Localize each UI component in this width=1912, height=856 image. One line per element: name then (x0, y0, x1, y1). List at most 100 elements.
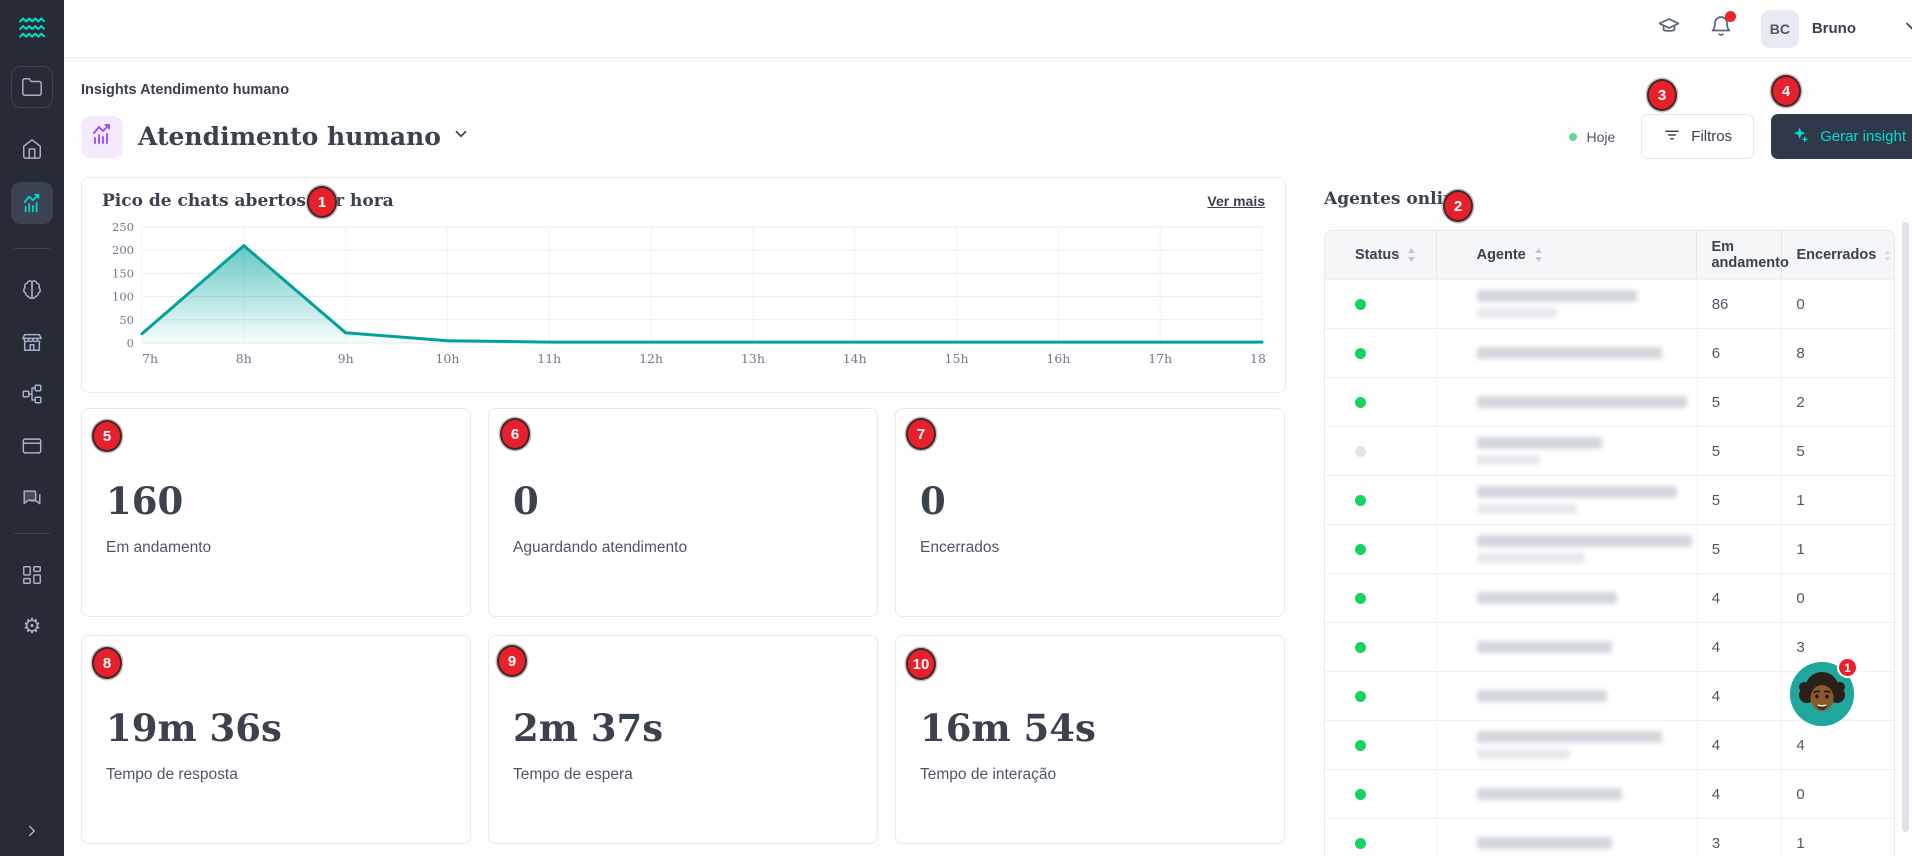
chevron-right-icon (23, 822, 41, 840)
weni-logo-icon[interactable] (19, 16, 45, 40)
table-row[interactable]: 55 (1325, 426, 1894, 475)
svg-text:14h: 14h (843, 351, 867, 366)
stat-label: Tempo de espera (513, 766, 633, 783)
support-chat-widget[interactable]: 1 (1790, 657, 1858, 726)
column-header-status[interactable]: Status (1325, 231, 1437, 279)
status-dot-online (1355, 739, 1366, 751)
in-progress-cell: 3 (1698, 819, 1783, 856)
agents-panel: Agentes online Status Agente Em andament… (1324, 177, 1912, 856)
stat-card: 16m 54s Tempo de interação (895, 635, 1285, 844)
user-menu[interactable]: BC Bruno (1760, 9, 1856, 48)
sidebar-divider (14, 248, 50, 249)
page-title: Atendimento humano (138, 122, 441, 151)
redacted-agent-name (1476, 486, 1677, 514)
filters-button[interactable]: Filtros (1641, 114, 1755, 159)
svg-text:11h: 11h (537, 351, 561, 366)
agent-status-cell (1325, 819, 1437, 856)
sidebar-item-studio[interactable] (21, 435, 43, 457)
svg-text:150: 150 (112, 266, 134, 280)
agents-panel-title: Agentes online (1324, 189, 1467, 209)
svg-text:200: 200 (112, 243, 134, 257)
insights-chart-icon (21, 192, 43, 214)
svg-text:8h: 8h (236, 351, 252, 366)
in-progress-cell: 5 (1698, 427, 1783, 475)
redacted-agent-name (1476, 347, 1662, 359)
sparkle-icon (1792, 126, 1810, 148)
agent-status-cell (1325, 378, 1437, 426)
table-row[interactable]: 40 (1325, 769, 1894, 818)
svg-text:16h: 16h (1046, 351, 1070, 366)
period-dot (1569, 132, 1578, 141)
user-avatar: BC (1760, 9, 1799, 48)
sidebar-item-settings[interactable]: ⚙ (23, 616, 42, 637)
sidebar-item-flows[interactable] (21, 383, 43, 405)
svg-text:10h: 10h (435, 351, 459, 366)
filter-icon (1663, 126, 1681, 148)
gear-icon: ⚙ (22, 614, 42, 638)
stat-label: Aguardando atendimento (513, 539, 688, 556)
table-row[interactable]: 44 (1325, 720, 1894, 769)
app-window: ⚙ BC Bruno Insights Atendimento humano A… (0, 0, 1912, 856)
in-progress-cell: 4 (1698, 574, 1783, 622)
in-progress-cell: 6 (1698, 329, 1783, 377)
sidebar-item-insights[interactable] (11, 182, 53, 224)
chart-title: Pico de chats abertos por hora (102, 191, 394, 211)
agent-name-cell (1437, 280, 1698, 328)
agent-name-cell (1437, 329, 1698, 377)
closed-cell: 1 (1796, 834, 1805, 852)
sidebar-item-home[interactable] (21, 138, 43, 160)
in-progress-cell: 4 (1698, 623, 1783, 671)
column-header-agente[interactable]: Agente (1437, 231, 1698, 279)
svg-text:17h: 17h (1148, 351, 1172, 366)
agent-name-cell (1437, 378, 1698, 426)
page-content: Insights Atendimento humano Atendimento … (64, 58, 1912, 856)
sidebar-item-ai[interactable] (21, 279, 43, 301)
sort-icon (1534, 248, 1543, 262)
agent-status-cell (1325, 574, 1437, 622)
table-row[interactable]: 68 (1325, 328, 1894, 377)
redacted-agent-name (1476, 837, 1612, 849)
column-label: Status (1355, 247, 1400, 263)
agent-status-cell (1325, 770, 1437, 818)
generate-insight-button[interactable]: Gerar insight (1771, 114, 1912, 159)
agents-table: Status Agente Em andamento Encerrados 86… (1324, 230, 1895, 856)
agent-name-cell (1437, 623, 1698, 671)
column-header-em-andamento[interactable]: Em andamento (1697, 231, 1789, 279)
table-row[interactable]: 31 (1325, 818, 1894, 856)
table-row[interactable]: 52 (1325, 377, 1894, 426)
stat-card: 19m 36s Tempo de resposta (81, 635, 471, 844)
user-name: Bruno (1811, 20, 1856, 37)
sort-icon (1884, 249, 1891, 261)
table-row[interactable]: 40 (1325, 573, 1894, 622)
closed-cell: 1 (1796, 491, 1805, 509)
chats-icon (21, 487, 43, 509)
notifications-button[interactable] (1709, 11, 1736, 43)
redacted-agent-name (1476, 641, 1612, 653)
table-row[interactable]: 51 (1325, 524, 1894, 573)
sidebar-item-apps[interactable] (21, 564, 43, 586)
table-row[interactable]: 51 (1325, 475, 1894, 524)
see-more-link[interactable]: Ver mais (1207, 193, 1265, 209)
sidebar-expand-button[interactable] (23, 822, 41, 840)
chevron-down-icon (1902, 22, 1912, 40)
agent-name-cell (1437, 770, 1698, 818)
sidebar-item-chats[interactable] (21, 487, 43, 509)
closed-cell: 8 (1796, 344, 1805, 362)
user-menu-chevron[interactable] (1902, 16, 1912, 41)
academy-button[interactable] (1657, 14, 1681, 43)
table-row[interactable]: 86 0 (1325, 279, 1894, 328)
table-scrollbar[interactable] (1902, 222, 1909, 832)
agent-status-cell (1325, 329, 1437, 377)
column-header-encerrados[interactable]: Encerrados (1782, 231, 1894, 279)
dashboard-selector-chevron[interactable] (452, 125, 470, 148)
chevron-down-icon (452, 125, 470, 148)
status-dot-online (1355, 347, 1366, 359)
agent-status-cell (1325, 672, 1437, 720)
peak-chats-card: Pico de chats abertos por hora Ver mais … (81, 177, 1286, 393)
svg-text:12h: 12h (639, 351, 663, 366)
svg-text:13h: 13h (741, 351, 765, 366)
sidebar-item-project[interactable] (11, 66, 53, 108)
sidebar-item-store[interactable] (21, 331, 43, 353)
page-header: Atendimento humano Hoje Filtros Gerar in… (81, 114, 1912, 159)
sidebar: ⚙ (0, 0, 64, 856)
